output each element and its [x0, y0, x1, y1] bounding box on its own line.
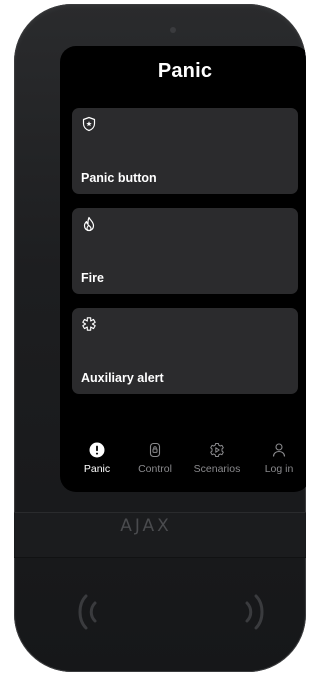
nav-label: Scenarios: [193, 463, 241, 475]
lock-badge-icon: [149, 442, 161, 458]
card-label: Panic button: [81, 171, 157, 185]
play-gear-icon: [210, 443, 224, 457]
nav-label: Control: [138, 463, 172, 475]
medical-cross-icon: [82, 317, 96, 331]
nfc-reader-right-icon: [245, 594, 264, 630]
fire-card[interactable]: Fire: [72, 208, 298, 294]
page-title: Panic: [157, 60, 213, 82]
user-icon: [272, 443, 286, 457]
svg-text:AJAX: AJAX: [120, 516, 172, 536]
nav-control[interactable]: Control: [124, 442, 186, 482]
card-label: Fire: [81, 271, 104, 285]
shield-star-icon: [82, 116, 96, 132]
nav-scenarios[interactable]: Scenarios: [186, 442, 248, 482]
touch-screen: Panic Panic button Fire Auxiliary alert: [60, 46, 306, 492]
bottom-nav: Panic Control Scenarios Log in: [60, 442, 306, 482]
nav-log-in[interactable]: Log in: [248, 442, 306, 482]
nav-label: Log in: [264, 463, 294, 475]
alert-circle-icon: [89, 442, 105, 458]
front-sensor: [170, 27, 176, 33]
panic-button-card[interactable]: Panic button: [72, 108, 298, 194]
nfc-reader-left-icon: [78, 594, 97, 630]
card-label: Auxiliary alert: [81, 371, 164, 385]
ajax-logo: AJAX: [120, 516, 172, 536]
flame-icon: [83, 216, 95, 232]
nav-label: Panic: [83, 463, 111, 475]
keypad-device: Panic Panic button Fire Auxiliary alert: [14, 4, 306, 672]
auxiliary-alert-card[interactable]: Auxiliary alert: [72, 308, 298, 394]
nav-panic[interactable]: Panic: [66, 442, 128, 482]
